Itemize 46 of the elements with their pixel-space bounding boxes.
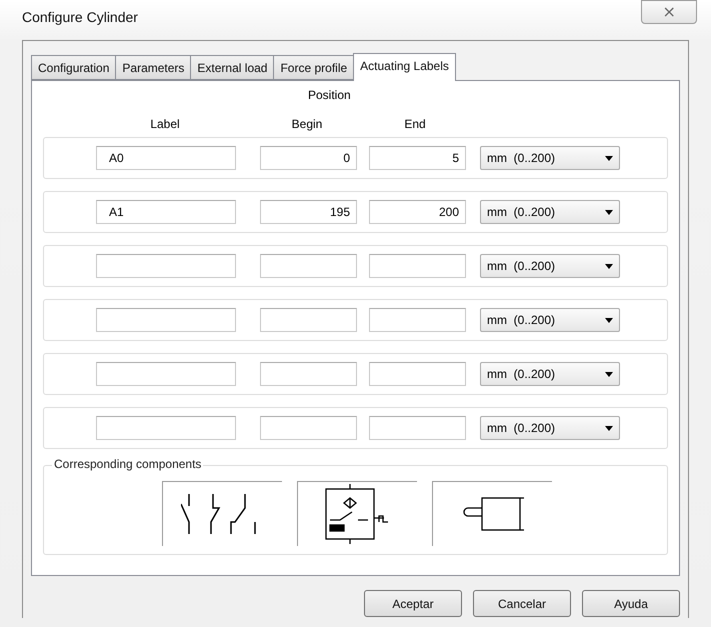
unit-dropdown[interactable]: mm (0..200) <box>480 362 620 386</box>
dropdown-arrow-icon <box>605 210 613 214</box>
end-field[interactable] <box>369 362 466 386</box>
tab[interactable]: Actuating Labels <box>353 53 456 81</box>
begin-field[interactable]: 0 <box>260 146 357 170</box>
dropdown-arrow-icon <box>605 156 613 160</box>
label-field[interactable] <box>96 416 236 440</box>
end-field[interactable]: 5 <box>369 146 466 170</box>
column-header: Label <box>149 117 181 131</box>
dropdown-arrow-icon <box>605 372 613 376</box>
begin-field[interactable] <box>260 416 357 440</box>
tab[interactable]: External load <box>190 55 274 80</box>
begin-field[interactable] <box>260 308 357 332</box>
unit-dropdown[interactable]: mm (0..200) <box>480 416 620 440</box>
tab[interactable]: Force profile <box>273 55 354 80</box>
unit-dropdown[interactable]: mm (0..200) <box>480 200 620 224</box>
close-button[interactable]: ⨯ <box>641 0 697 24</box>
end-field[interactable]: 200 <box>369 200 466 224</box>
label-field[interactable]: A1 <box>96 200 236 224</box>
tab[interactable]: Parameters <box>115 55 192 80</box>
window-title: Configure Cylinder <box>22 9 138 25</box>
dropdown-arrow-icon <box>605 264 613 268</box>
begin-field[interactable] <box>260 254 357 278</box>
label-field[interactable]: A0 <box>96 146 236 170</box>
unit-dropdown[interactable]: mm (0..200) <box>480 146 620 170</box>
group-header: Position <box>308 88 351 102</box>
dialog-button[interactable]: Ayuda <box>582 590 680 617</box>
dropdown-arrow-icon <box>605 426 613 430</box>
tab[interactable]: Configuration <box>31 55 116 80</box>
label-field[interactable] <box>96 254 236 278</box>
dialog-button[interactable]: Aceptar <box>364 590 462 617</box>
group-title: Corresponding components <box>52 457 204 471</box>
unit-dropdown[interactable]: mm (0..200) <box>480 254 620 278</box>
dropdown-arrow-icon <box>605 318 613 322</box>
column-header: End <box>403 117 427 131</box>
end-field[interactable] <box>369 416 466 440</box>
begin-field[interactable] <box>260 362 357 386</box>
end-field[interactable] <box>369 308 466 332</box>
unit-dropdown[interactable]: mm (0..200) <box>480 308 620 332</box>
end-field[interactable] <box>369 254 466 278</box>
dialog-button[interactable]: Cancelar <box>473 590 571 617</box>
column-header: Begin <box>290 117 324 131</box>
label-field[interactable] <box>96 308 236 332</box>
cylinder-icon <box>462 496 524 532</box>
begin-field[interactable]: 195 <box>260 200 357 224</box>
label-field[interactable] <box>96 362 236 386</box>
